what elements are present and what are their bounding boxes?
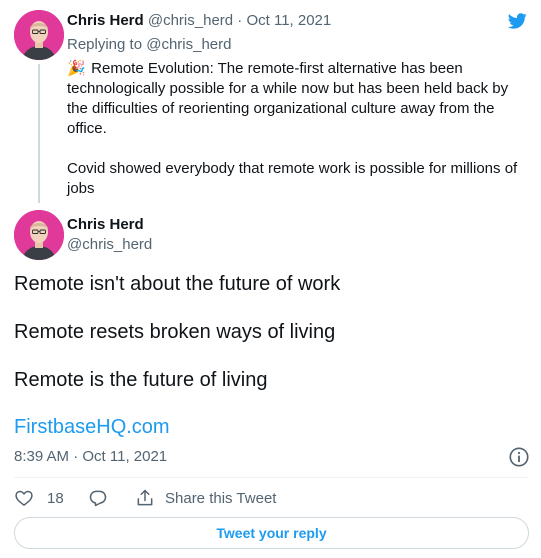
tweet-link[interactable]: FirstbaseHQ.com: [14, 415, 170, 439]
avatar-portrait-icon: [14, 210, 64, 260]
heart-icon: [15, 490, 33, 506]
main-author-name[interactable]: Chris Herd: [67, 215, 144, 235]
reply-paragraph-2: Covid showed everybody that remote work …: [67, 160, 518, 197]
twitter-bird-icon[interactable]: [505, 11, 529, 31]
share-label: Share this Tweet: [165, 489, 277, 507]
reply-tweet-text: 🎉 Remote Evolution: The remote-first alt…: [67, 59, 529, 199]
reply-paragraph-1-text: Remote Evolution: The remote-first alter…: [67, 60, 509, 137]
reply-author-name[interactable]: Chris Herd: [67, 12, 144, 29]
main-tweet-line-2: Remote resets broken ways of living: [14, 321, 336, 343]
divider: [14, 477, 529, 478]
avatar[interactable]: [14, 10, 64, 60]
replying-mention[interactable]: @chris_herd: [146, 36, 231, 53]
main-author-handle[interactable]: @chris_herd: [67, 235, 152, 255]
main-tweet-line-3: Remote is the future of living: [14, 369, 268, 391]
party-popper-emoji: 🎉: [67, 60, 86, 77]
info-icon[interactable]: [508, 446, 530, 468]
reply-button[interactable]: [88, 486, 108, 510]
reply-tweet-header: Chris Herd @chris_herd · Oct 11, 2021: [67, 11, 331, 31]
replying-prefix: Replying to: [67, 36, 143, 53]
separator-dot: ·: [237, 12, 243, 29]
share-button[interactable]: Share this Tweet: [135, 486, 276, 510]
avatar[interactable]: [14, 210, 64, 260]
thread-connector: [38, 64, 40, 203]
reply-paragraph-1: 🎉 Remote Evolution: The remote-first alt…: [67, 59, 529, 139]
replying-to: Replying to @chris_herd: [67, 35, 231, 55]
main-tweet-line-1: Remote isn't about the future of work: [14, 273, 341, 295]
like-button[interactable]: 18: [14, 486, 64, 510]
reply-date[interactable]: Oct 11, 2021: [246, 12, 331, 29]
tweet-your-reply-button[interactable]: Tweet your reply: [14, 517, 529, 549]
reply-author-handle[interactable]: @chris_herd: [148, 12, 233, 29]
share-icon: [137, 489, 153, 506]
avatar-portrait-icon: [14, 10, 64, 60]
comment-icon: [89, 490, 107, 507]
like-count: 18: [47, 489, 64, 507]
tweet-timestamp[interactable]: 8:39 AM · Oct 11, 2021: [14, 447, 167, 467]
